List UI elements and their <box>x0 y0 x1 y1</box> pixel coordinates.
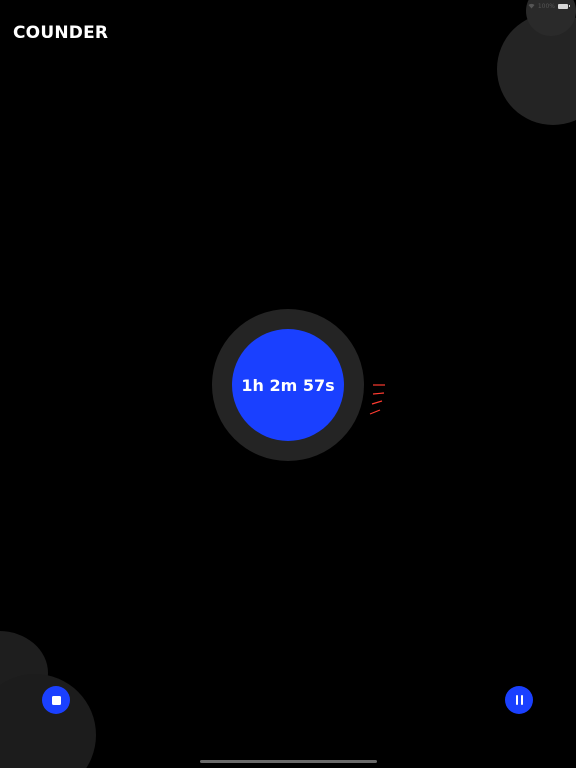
pause-icon <box>515 695 523 705</box>
status-bar: 100% <box>528 0 570 12</box>
elapsed-time-text: 1h 2m 57s <box>241 375 335 395</box>
battery-icon <box>558 3 570 9</box>
stop-button[interactable] <box>42 686 70 714</box>
app-title: COUNDER <box>13 23 109 43</box>
tick-mark <box>372 392 385 395</box>
tick-mark <box>371 400 383 405</box>
pause-button[interactable] <box>505 686 533 714</box>
wifi-icon <box>528 3 535 9</box>
progress-tick-marks <box>369 384 385 415</box>
timer-display[interactable]: 1h 2m 57s <box>232 329 344 441</box>
app-screen: 100% COUNDER 1h 2m 57s <box>0 0 576 768</box>
battery-percentage: 100% <box>537 2 555 10</box>
stop-icon <box>51 695 61 705</box>
tick-mark <box>369 409 381 415</box>
home-indicator[interactable] <box>200 760 377 763</box>
